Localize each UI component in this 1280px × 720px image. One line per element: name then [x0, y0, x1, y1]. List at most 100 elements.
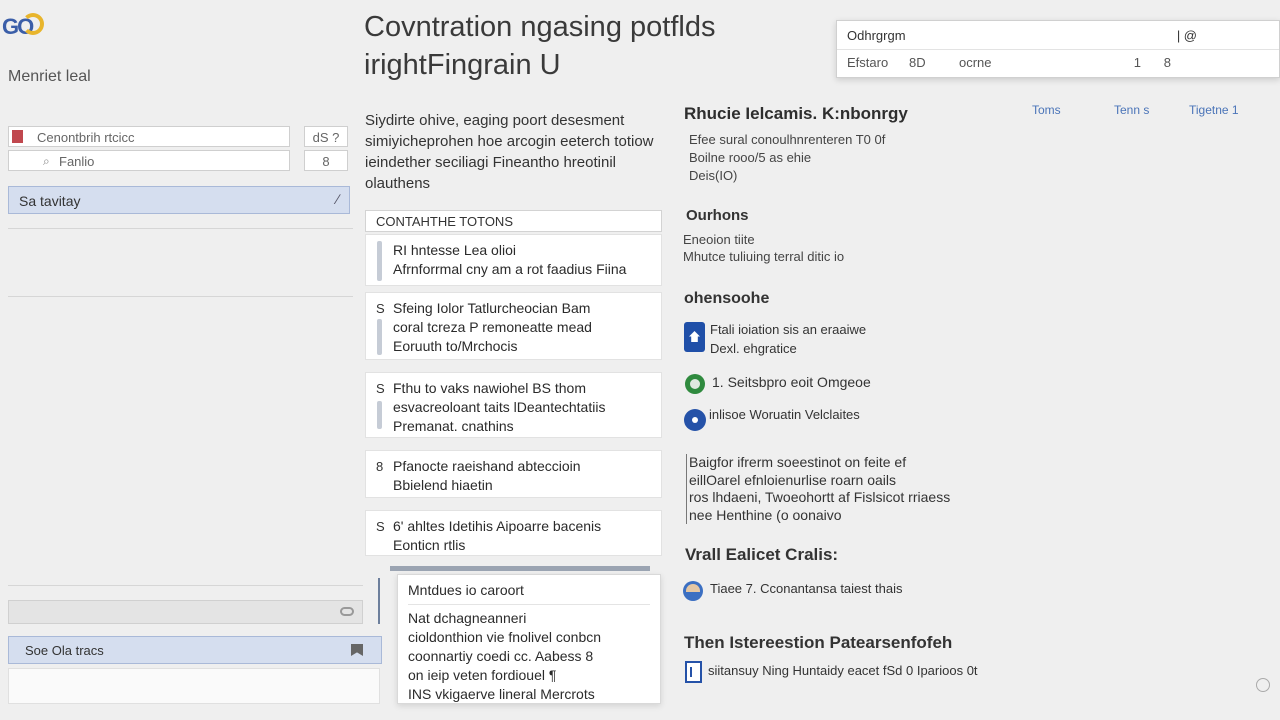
page-title-line2: irightFingrain U	[364, 49, 561, 81]
card-handle-icon	[377, 401, 382, 429]
search-panel-result-meta: ocrne	[959, 55, 992, 70]
section-line: Baigfor ifrerm soeestinot on feite ef	[689, 454, 907, 470]
filter-field-primary[interactable]: Cenontbrih rtcicc	[8, 126, 290, 147]
section-line: eillOarel efnloienurlise roarn oails	[689, 471, 896, 488]
section-title: Vrall Ealicet Cralis:	[685, 545, 839, 564]
list-item-number: S	[376, 301, 385, 316]
step-text: Tiaee 7. Cconantansa taiest thais	[710, 581, 903, 596]
status-ok-icon	[685, 374, 705, 394]
section-title: Then Istereestion Patearsenfofeh	[684, 633, 953, 652]
list-item[interactable]: RI hntesse Lea olioi Afrnforrmal cny am …	[365, 234, 662, 286]
section-line: Eneoion tiite	[683, 232, 755, 247]
section-line: nee Henthine (o oonaivo	[689, 506, 842, 523]
popup-line: coonnartiy coedi cc. Aabess 8	[408, 648, 594, 664]
section-line: ros lhdaeni, Twoeohortt af Fislsicot rri…	[689, 489, 951, 505]
list-item[interactable]: S Fthu to vaks nawiohel BS thom esvacreo…	[365, 372, 662, 438]
left-bottom-item-label: Soe Ola tracs	[25, 643, 104, 658]
tab-2[interactable]: Tenn s	[1114, 103, 1149, 117]
section-title: Rhucie Ielcamis. K:nbonrgy	[684, 104, 908, 123]
list-item-line: esvacreoloant taits lDeantechtatiis	[393, 399, 606, 415]
tab-3[interactable]: Tigetne 1	[1189, 103, 1239, 117]
tab-1[interactable]: Toms	[1032, 103, 1061, 117]
app-logo[interactable]: GO	[2, 12, 48, 42]
search-panel-result-code: 8D	[909, 55, 926, 70]
list-item-line: Fthu to vaks nawiohel BS thom	[393, 380, 586, 396]
step-text: Ftali ioiation sis an eraaiwe Dexl. ehgr…	[710, 320, 866, 358]
help-icon[interactable]	[1256, 678, 1270, 692]
list-item-number: 8	[376, 459, 384, 474]
search-panel-option[interactable]: | @	[1177, 28, 1197, 43]
search-panel-result-icon[interactable]: 8	[1164, 55, 1171, 70]
divider	[8, 228, 353, 229]
chevron-icon: ∕	[336, 191, 339, 207]
popup-line: Nat dchagneanneri	[408, 610, 527, 626]
popup-title: Mntdues io caroort	[408, 581, 650, 605]
home-icon	[684, 322, 705, 352]
list-item-line: Afrnforrmal cny am a rot faadius Fiina	[393, 261, 627, 277]
category-selected-item[interactable]: Sa tavitay ∕	[8, 186, 350, 214]
list-item[interactable]: 8 Pfanocte raeishand abteccioin Bbielend…	[365, 450, 662, 498]
popup-line: INS vkigaerve lineral Mercrots	[408, 686, 595, 702]
section-line: Boilne rooo/5 as ehie	[689, 150, 812, 165]
search-input[interactable]: ⌕ Fanlio	[8, 150, 290, 171]
filter-field-primary-button[interactable]: dS ?	[304, 126, 348, 147]
section-title: Ourhons	[686, 207, 749, 224]
list-item-line: Eoruuth to/Mrchocis	[393, 338, 518, 354]
scroll-indicator[interactable]	[378, 578, 380, 624]
detail-popup[interactable]: Mntdues io caroort Nat dchagneanneri cio…	[397, 574, 661, 704]
toggle-track[interactable]	[8, 600, 363, 624]
list-item[interactable]: S 6' ahltes Idetihis Aipoarre bacenis Eo…	[365, 510, 662, 556]
search-input-text: Fanlio	[59, 154, 95, 169]
left-panel-title: Menriet leal	[8, 68, 91, 85]
intro-paragraph: Siydirte ohive, eaging poort desesment s…	[365, 112, 654, 192]
list-item-line: RI hntesse Lea olioi	[393, 242, 516, 258]
section-body: Efee sural conoulhnrenteren T0 0f Boilne…	[689, 131, 885, 185]
popup-line: cioldonthion vie fnolivel conbcn	[408, 629, 602, 645]
document-icon	[685, 661, 702, 683]
page-title-line1: Covntration ngasing potflds	[364, 11, 716, 43]
list-item[interactable]: S Sfeing Iolor Tatlurcheocian Bam coral …	[365, 292, 662, 360]
page-title: Covntration ngasing potflds irightFingra…	[364, 8, 824, 84]
list-item-line: coral tcreza P remoneatte mead	[393, 319, 592, 335]
divider	[837, 49, 1279, 50]
section-line: Deis(IO)	[689, 168, 738, 183]
logo-ring-icon	[22, 13, 44, 35]
list-item-line: Sfeing Iolor Tatlurcheocian Bam	[393, 300, 591, 316]
list-item-line: 6' ahltes Idetihis Aipoarre bacenis	[393, 518, 602, 534]
list-item-line: Bbielend hiaetin	[393, 477, 493, 493]
step-text: siitansuy Ning Huntaidy eacet fSd 0 Ipar…	[708, 663, 978, 678]
progress-bar	[390, 566, 650, 571]
section-line: Efee sural conoulhnrenteren T0 0f	[689, 132, 886, 147]
list-header: CONTAHTHE TOTONS	[365, 210, 662, 232]
step-line: Dexl. ehgratice	[710, 341, 797, 356]
card-handle-icon	[377, 241, 382, 281]
section-title: ohensoohe	[684, 290, 770, 307]
search-panel-separator: 1	[1133, 55, 1141, 70]
location-pin-icon	[684, 409, 706, 431]
toggle-knob-icon[interactable]	[340, 607, 354, 616]
list-item-number: S	[376, 381, 385, 396]
search-option-button[interactable]: 8	[304, 150, 348, 171]
search-panel-result[interactable]: Efstaro	[847, 55, 888, 70]
search-dropdown-panel[interactable]: Odhrgrgm | @ Efstaro 8D ocrne 1 8	[836, 20, 1280, 78]
list-item-line: Premanat. cnathins	[393, 418, 514, 434]
search-panel-query[interactable]: Odhrgrgm	[847, 28, 1267, 43]
search-icon: ⌕	[43, 154, 50, 168]
section-body: Eneoion tiite Mhutce tuliuing terral dit…	[683, 231, 844, 265]
divider	[8, 585, 363, 586]
filter-field-primary-text: Cenontbrih rtcicc	[37, 130, 135, 145]
category-label: Sa tavitay	[19, 193, 81, 209]
avatar-icon	[683, 581, 703, 601]
step-text: 1. Seitsbpro eoit Omgeoe	[712, 374, 871, 390]
list-item-line: Pfanocte raeishand abteccioin	[393, 458, 581, 474]
section-line: Mhutce tuliuing terral ditic io	[683, 249, 845, 264]
list-item-number: S	[376, 519, 385, 534]
left-bottom-item[interactable]: Soe Ola tracs	[8, 636, 382, 664]
list-item-line: Eonticn rtlis	[393, 537, 466, 553]
popup-line: on ieip veten fordiouel ¶	[408, 667, 557, 683]
step-line: Ftali ioiation sis an eraaiwe	[710, 322, 867, 337]
bookmark-icon[interactable]	[351, 644, 363, 656]
divider	[8, 296, 353, 297]
card-handle-icon	[377, 319, 382, 355]
section-body: Baigfor ifrerm soeestinot on feite ef ei…	[686, 454, 950, 524]
